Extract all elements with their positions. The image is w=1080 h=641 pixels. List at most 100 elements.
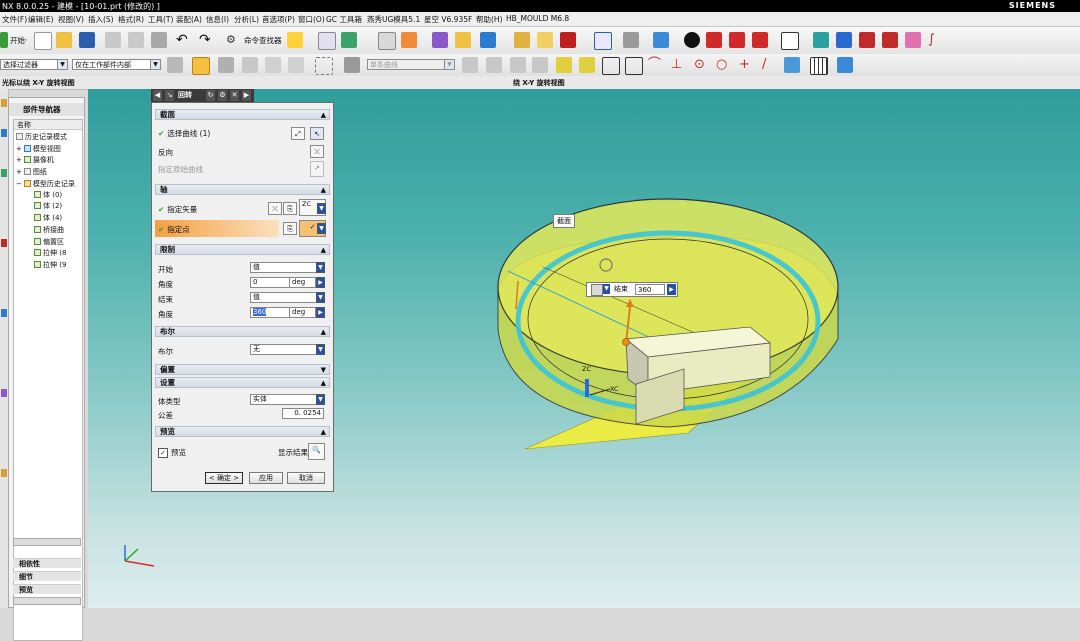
tree-item[interactable]: 拉伸 (9 <box>34 260 66 270</box>
background-icon[interactable] <box>781 32 799 50</box>
menu-preferences[interactable]: 首选项(P) <box>262 14 295 25</box>
start-type-select[interactable]: 值 <box>250 262 318 273</box>
star-icon[interactable] <box>287 32 303 48</box>
limits-group-header[interactable]: 限制 ▲ <box>155 244 330 255</box>
offset-group-header[interactable]: 偏置 ▼ <box>155 364 330 375</box>
open-icon[interactable] <box>56 32 72 48</box>
stop-at-icon[interactable] <box>486 57 502 73</box>
menu-assembly[interactable]: 装配(A) <box>176 14 202 25</box>
chevron-down-icon[interactable]: ▼ <box>316 344 325 355</box>
constraint-navigator-tab-icon[interactable] <box>1 169 7 177</box>
menu-gc-toolbox[interactable]: GC 工具箱 <box>326 14 362 25</box>
grid-icon[interactable] <box>810 57 828 75</box>
solid-icon[interactable] <box>560 32 576 48</box>
reset-icon[interactable]: ↻ <box>206 90 215 101</box>
settings-group-header[interactable]: 设置 ▲ <box>155 377 330 388</box>
new-icon[interactable] <box>34 32 52 50</box>
select-curve-icon[interactable]: ↖ <box>310 127 324 140</box>
system-materials-tab-icon[interactable] <box>1 469 7 477</box>
boolean-select[interactable]: 无 <box>250 344 318 355</box>
web-browser-tab-icon[interactable] <box>1 309 7 317</box>
details-panel[interactable]: 细节 <box>13 571 81 581</box>
top-view-icon[interactable] <box>729 32 745 48</box>
play-icon[interactable] <box>480 32 496 48</box>
point-dialog-icon[interactable]: ⎘ <box>283 222 297 235</box>
box-select-icon[interactable] <box>315 57 333 75</box>
boolean-group-header[interactable]: 布尔 ▲ <box>155 326 330 337</box>
menu-analysis[interactable]: 分析(L) <box>234 14 259 25</box>
tree-item[interactable]: 体 (4) <box>34 213 62 223</box>
diagonal-line-icon[interactable] <box>625 57 643 75</box>
value-type-icon[interactable] <box>591 284 603 296</box>
vertex-icon[interactable] <box>556 57 572 73</box>
menu-tools[interactable]: 工具(T) <box>148 14 173 25</box>
curve-rule-dropdown[interactable]: 单条曲线 ▼ <box>367 59 455 70</box>
pick-icon[interactable] <box>288 57 304 73</box>
menu-hb-mould[interactable]: HB_MOULD M6.8 <box>506 14 569 23</box>
section-view-icon[interactable] <box>882 32 898 48</box>
paste-icon[interactable] <box>151 32 167 48</box>
details-scrollbar[interactable] <box>13 597 81 605</box>
menu-edit[interactable]: 编辑(E) <box>28 14 54 25</box>
dependencies-panel[interactable]: 相依性 <box>13 558 81 568</box>
quadrant-icon[interactable] <box>784 57 800 73</box>
ruler-icon[interactable] <box>537 32 553 48</box>
display-icon[interactable] <box>684 32 700 48</box>
tree-item[interactable]: 偏置区 <box>34 237 64 247</box>
end-value-field[interactable]: 360 <box>635 284 665 295</box>
redo-icon[interactable]: ↷ <box>199 32 215 48</box>
undo-icon[interactable]: ↶ <box>176 32 192 48</box>
preview-panel[interactable]: 预览 <box>13 584 81 594</box>
menu-view[interactable]: 视图(V) <box>58 14 84 25</box>
specify-point-row[interactable]: ✔ 指定点 <box>158 224 190 235</box>
rotate-icon[interactable] <box>836 32 852 48</box>
fit-view-icon[interactable] <box>594 32 612 50</box>
shade-icon[interactable] <box>623 32 639 48</box>
spin-icon[interactable]: ▶ <box>316 277 325 288</box>
apply-button[interactable]: 应用 <box>249 472 283 484</box>
body-type-select[interactable]: 实体 <box>250 394 318 405</box>
view-orient-icon[interactable] <box>837 57 853 73</box>
copy-icon[interactable] <box>128 32 144 48</box>
slash-icon[interactable]: / <box>762 57 778 73</box>
specify-vector-row[interactable]: ✔ 指定矢量 <box>158 204 197 215</box>
center-icon[interactable]: ⊙ <box>694 57 710 73</box>
front-view-icon[interactable] <box>706 32 722 48</box>
chevron-down-icon[interactable]: ▼ <box>317 223 326 234</box>
curve-rule-icon[interactable]: ⤢ <box>291 127 305 140</box>
chevron-down-icon[interactable]: ▼ <box>316 262 325 273</box>
dialog-title-bar[interactable]: ◀ ↘ 回转 ↻ ⚙ ✕ ▶ <box>151 89 254 102</box>
gear-icon[interactable] <box>167 57 183 73</box>
cut-icon[interactable] <box>105 32 121 48</box>
menu-format[interactable]: 格式(R) <box>118 14 144 25</box>
menu-xingkong[interactable]: 星空 V6.935F <box>424 14 472 25</box>
preview-group-header[interactable]: 预览 ▲ <box>155 426 330 437</box>
settings-icon[interactable]: ⚙ <box>218 90 227 101</box>
name-column-header[interactable]: 名称 <box>14 120 82 130</box>
expand-icon[interactable]: ▶ <box>242 90 251 101</box>
multi-point-icon[interactable] <box>579 57 595 73</box>
menu-yanxiu[interactable]: 燕秀UG模具5.1 <box>367 14 420 25</box>
spin-icon[interactable]: ▶ <box>316 307 325 318</box>
tree-item[interactable]: 体 (2) <box>34 201 62 211</box>
select-filter-dropdown[interactable]: 选择过滤器 ▼ <box>0 59 68 70</box>
show-result-icon[interactable]: 🔍 <box>308 443 325 460</box>
right-view-icon[interactable] <box>752 32 768 48</box>
circle-icon[interactable]: ○ <box>716 57 732 73</box>
chevron-down-icon[interactable]: ▼ <box>316 292 325 303</box>
arc-icon[interactable]: ⌒ <box>648 57 664 73</box>
curve-icon[interactable] <box>401 32 417 48</box>
view-cube-icon[interactable] <box>653 32 669 48</box>
select-curve-row[interactable]: ✔ 选择曲线 (1) <box>158 128 210 139</box>
start-icon[interactable] <box>0 32 8 48</box>
chevron-down-icon[interactable]: ▼ <box>316 394 325 405</box>
assembly-navigator-tab-icon[interactable] <box>1 129 7 137</box>
history-tab-icon[interactable] <box>1 389 7 397</box>
menu-help[interactable]: 帮助(H) <box>476 14 503 25</box>
axis-group-header[interactable]: 轴 ▲ <box>155 184 330 195</box>
close-icon[interactable]: ✕ <box>230 90 239 101</box>
tree-item[interactable]: 拉伸 (8 <box>34 248 66 258</box>
clip-icon[interactable] <box>859 32 875 48</box>
cancel-button[interactable]: 取消 <box>287 472 325 484</box>
menu-window[interactable]: 窗口(O) <box>298 14 325 25</box>
